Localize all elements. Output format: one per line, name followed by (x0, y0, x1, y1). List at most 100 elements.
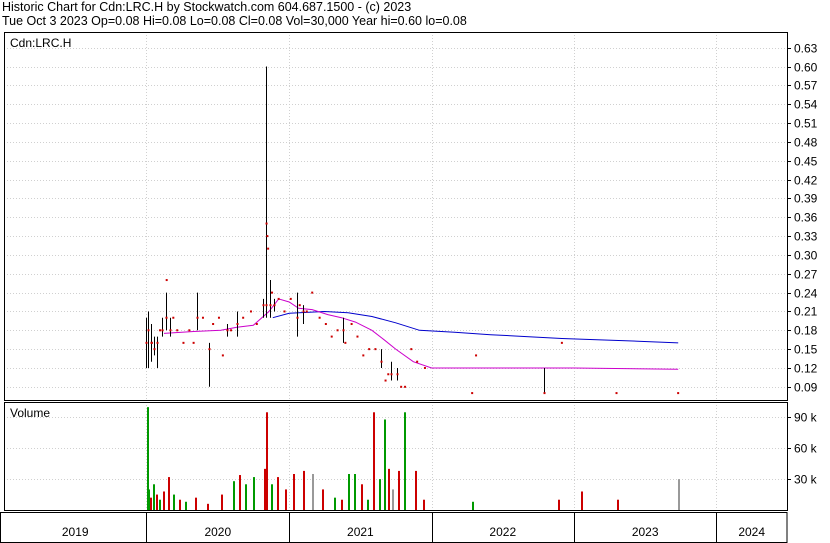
price-tick-label: 0.36 (794, 211, 818, 225)
volume-bar (148, 489, 150, 510)
volume-bar (379, 479, 381, 510)
volume-bar (423, 499, 425, 510)
price-tick-label: 0.15 (794, 343, 818, 357)
price-bar-close (265, 304, 268, 307)
volume-bar (245, 484, 247, 510)
volume-bar (285, 489, 287, 510)
volume-bar (153, 484, 155, 510)
price-bar-close (161, 329, 164, 332)
volume-bar (221, 494, 223, 510)
close-dot (344, 341, 347, 344)
close-dot (271, 291, 274, 294)
volume-bar (404, 412, 406, 510)
volume-bar (361, 484, 363, 510)
close-dot (150, 341, 153, 344)
price-tick-label: 0.45 (794, 155, 818, 169)
volume-bar (277, 477, 279, 510)
volume-bar (293, 474, 295, 510)
close-dot (230, 329, 233, 332)
volume-panel-label: Volume (10, 406, 50, 420)
price-tick-label: 0.54 (794, 98, 818, 112)
close-dot (266, 235, 269, 238)
volume-bar (266, 412, 268, 510)
price-tick-label: 0.33 (794, 230, 818, 244)
price-bar-close (342, 329, 345, 332)
volume-bar (398, 470, 400, 510)
stock-chart: 0.63 0.60 0.57 0.54 0.51 0.48 0.45 0.42 0.39 0.36… (0, 32, 818, 543)
price-tick-label: 0.12 (794, 362, 818, 376)
volume-tick-label: 60 k (794, 442, 818, 456)
close-dot (404, 385, 407, 388)
close-dot (182, 341, 185, 344)
volume-bar (163, 491, 165, 510)
close-dot (283, 310, 286, 313)
close-dot (277, 297, 280, 300)
volume-bar (303, 470, 305, 510)
close-dot (172, 316, 175, 319)
close-dot (192, 341, 195, 344)
close-dot (336, 329, 339, 332)
volume-bar (168, 477, 170, 510)
year-label: 2021 (347, 525, 374, 539)
close-dot (165, 279, 168, 282)
price-bar-close (156, 341, 159, 344)
close-dot (423, 366, 426, 369)
close-dot (298, 304, 301, 307)
price-bar-close (147, 329, 150, 332)
price-panel-frame (4, 32, 788, 401)
price-tick-label: 0.30 (794, 249, 818, 263)
close-dot (677, 392, 680, 395)
volume-bar (388, 468, 390, 510)
volume-bar (415, 470, 417, 510)
volume-bar (354, 474, 356, 510)
volume-bar (233, 481, 235, 510)
close-dot (249, 310, 252, 313)
volume-bar (271, 484, 273, 510)
close-dot (159, 329, 162, 332)
price-bar-close (208, 348, 211, 351)
price-bar-close (296, 316, 299, 319)
price-tick-label: 0.09 (794, 381, 818, 395)
price-tick-label: 0.48 (794, 136, 818, 150)
close-dot (324, 323, 327, 326)
price-bar-close (396, 373, 399, 376)
close-dot (305, 310, 308, 313)
close-dot (356, 335, 359, 338)
moving-average-line (163, 298, 679, 370)
price-tick-label: 0.27 (794, 268, 818, 282)
price-bar-close (543, 392, 546, 395)
close-dot (368, 348, 371, 351)
price-bar-close (169, 329, 172, 332)
close-dot (330, 335, 333, 338)
year-label: 2022 (489, 525, 516, 539)
price-tick-label: 0.24 (794, 287, 818, 301)
volume-bar (373, 412, 375, 510)
close-dot (471, 392, 474, 395)
volume-bar (322, 489, 324, 510)
close-dot (188, 329, 191, 332)
year-label: 2020 (204, 525, 231, 539)
close-dot (318, 316, 321, 319)
price-tick-label: 0.39 (794, 192, 818, 206)
volume-bar (367, 499, 369, 510)
volume-bar (159, 499, 161, 510)
price-tick-label: 0.42 (794, 174, 818, 188)
volume-bar (558, 499, 560, 510)
close-dot (217, 316, 220, 319)
volume-bar (156, 494, 158, 510)
close-dot (311, 291, 314, 294)
volume-bar (581, 491, 583, 510)
price-bar-close (196, 316, 199, 319)
close-dot (212, 323, 215, 326)
close-dot (387, 373, 390, 376)
volume-bar (179, 499, 181, 510)
close-dot (374, 348, 377, 351)
volume-bar (173, 494, 175, 510)
close-dot (475, 354, 478, 357)
close-dot (350, 323, 353, 326)
close-dot (242, 316, 245, 319)
year-label: 2019 (62, 525, 89, 539)
volume-bar (678, 479, 680, 510)
x-axis-frame (0, 512, 788, 543)
volume-bar (185, 501, 187, 510)
